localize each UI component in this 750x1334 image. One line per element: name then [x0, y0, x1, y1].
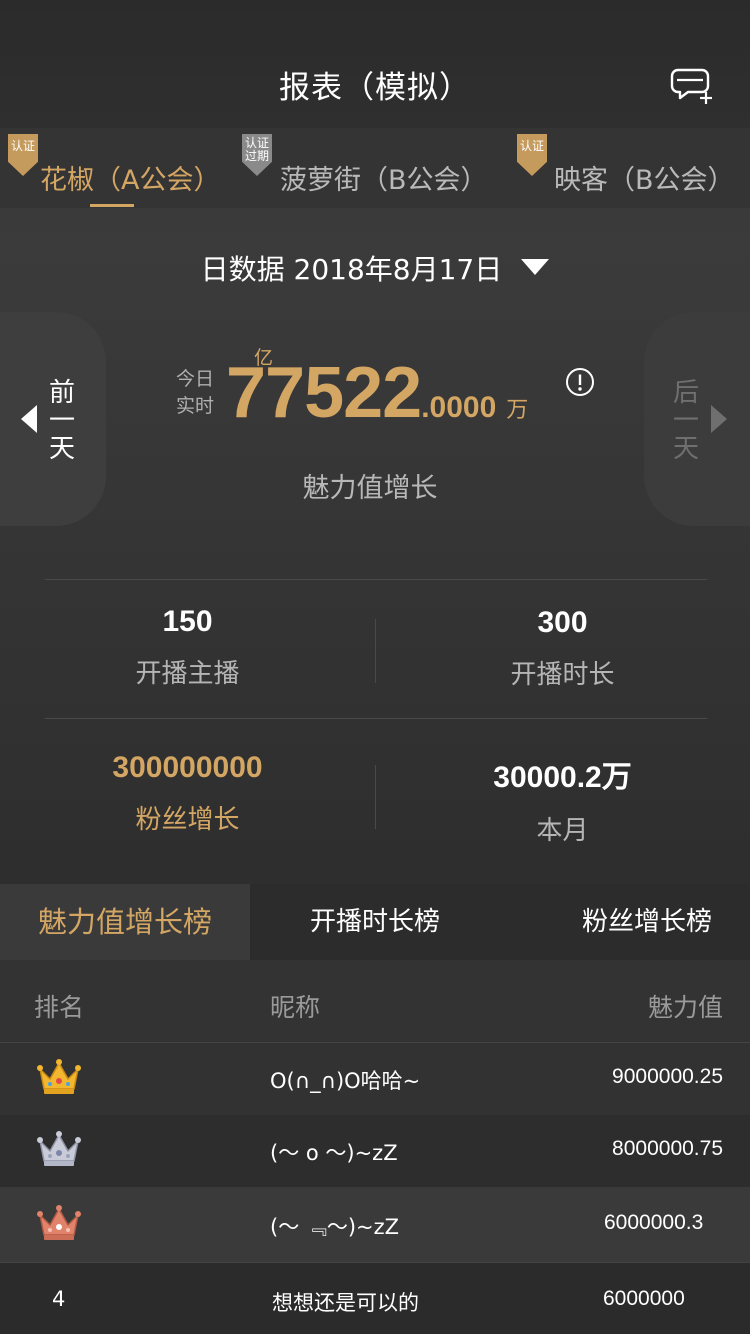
top-bar: 报表（模拟） — [0, 0, 750, 128]
charm-value: 8000000.75 — [612, 1137, 723, 1160]
table-row[interactable]: (～ o ～)~zZ 8000000.75 — [0, 1115, 750, 1188]
divider — [45, 718, 707, 719]
gold-crown-icon — [36, 1057, 82, 1097]
bronze-crown-icon — [36, 1203, 82, 1243]
tab-guild-yingke[interactable]: 认证 映客（B公会） — [510, 128, 750, 208]
guild-name: 花椒（A公会） — [40, 165, 221, 196]
stat-value: 300 — [537, 606, 588, 639]
tab-guild-huajiao[interactable]: 认证 花椒（A公会） — [0, 128, 250, 208]
chevron-right-icon — [711, 405, 727, 433]
column-header-rank: 排名 — [34, 993, 85, 1022]
date-picker[interactable]: 日数据 2018年8月17日 — [0, 248, 750, 288]
today-realtime-label: 今日 实时 — [176, 368, 215, 417]
charm-growth-value: 77522.0000 万 — [226, 353, 529, 433]
stat-label: 开播时长 — [510, 660, 615, 690]
nickname: (～ o ～)~zZ — [270, 1141, 398, 1165]
table-row[interactable]: O(∩_∩)O哈哈~ 9000000.25 — [0, 1043, 750, 1116]
silver-crown-icon — [36, 1129, 82, 1169]
hero-subtitle: 魅力值增长 — [302, 473, 438, 504]
guild-tabs: 认证 花椒（A公会） 认证过期 菠萝街（B公会） 认证 映客（B公会） — [0, 128, 750, 208]
stat-this-month: 30000.2万 本月 — [375, 752, 750, 847]
stat-label: 本月 — [536, 816, 589, 846]
certified-badge: 认证 — [8, 134, 38, 176]
nickname: 想想还是可以的 — [272, 1291, 419, 1315]
page-title: 报表（模拟） — [279, 70, 471, 106]
chevron-left-icon — [21, 405, 37, 433]
active-tab-indicator — [90, 204, 134, 207]
info-icon[interactable] — [565, 367, 595, 397]
stat-fans-growth: 300000000 粉丝增长 — [0, 751, 375, 836]
chat-add-icon[interactable] — [668, 62, 716, 106]
stat-live-anchors: 150 开播主播 — [0, 605, 375, 690]
column-header-nickname: 昵称 — [270, 993, 321, 1022]
ranking-tabs: 魅力值增长榜 开播时长榜 粉丝增长榜 — [0, 884, 750, 960]
guild-name: 菠萝街（B公会） — [280, 165, 488, 196]
tab-fans-growth-rank[interactable]: 粉丝增长榜 — [522, 884, 750, 960]
date-label: 日数据 2018年8月17日 — [200, 253, 503, 286]
next-day-label: 后 一 天 — [672, 378, 699, 464]
divider — [45, 579, 707, 580]
column-header-charm: 魅力值 — [647, 993, 723, 1022]
stat-value: 300000000 — [112, 751, 263, 784]
rank-number: 4 — [52, 1287, 66, 1311]
certified-expired-badge: 认证过期 — [242, 134, 272, 176]
caret-down-icon — [521, 259, 550, 275]
stat-live-duration: 300 开播时长 — [375, 606, 750, 691]
tab-live-duration-rank[interactable]: 开播时长榜 — [250, 884, 500, 960]
prev-day-label: 前 一 天 — [48, 378, 75, 464]
stat-value: 150 — [162, 605, 213, 638]
table-header: 排名 昵称 魅力值 — [0, 960, 750, 1043]
guild-name: 映客（B公会） — [554, 165, 735, 196]
tab-guild-boluojie[interactable]: 认证过期 菠萝街（B公会） — [240, 128, 510, 208]
stat-label: 粉丝增长 — [135, 805, 240, 835]
certified-badge: 认证 — [517, 134, 547, 176]
stat-label: 开播主播 — [135, 659, 240, 689]
table-row[interactable]: (～ ﹃～)~zZ 6000000.3 — [0, 1187, 750, 1263]
charm-value: 6000000 — [603, 1287, 685, 1310]
table-row[interactable]: 4 想想还是可以的 6000000 — [0, 1263, 750, 1334]
nickname: O(∩_∩)O哈哈~ — [270, 1069, 421, 1093]
tab-charm-growth-rank[interactable]: 魅力值增长榜 — [0, 884, 250, 960]
charm-value: 9000000.25 — [612, 1065, 723, 1088]
stat-value: 30000.2万 — [493, 761, 632, 794]
charm-value: 6000000.3 — [604, 1211, 704, 1234]
nickname: (～ ﹃～)~zZ — [270, 1215, 400, 1239]
